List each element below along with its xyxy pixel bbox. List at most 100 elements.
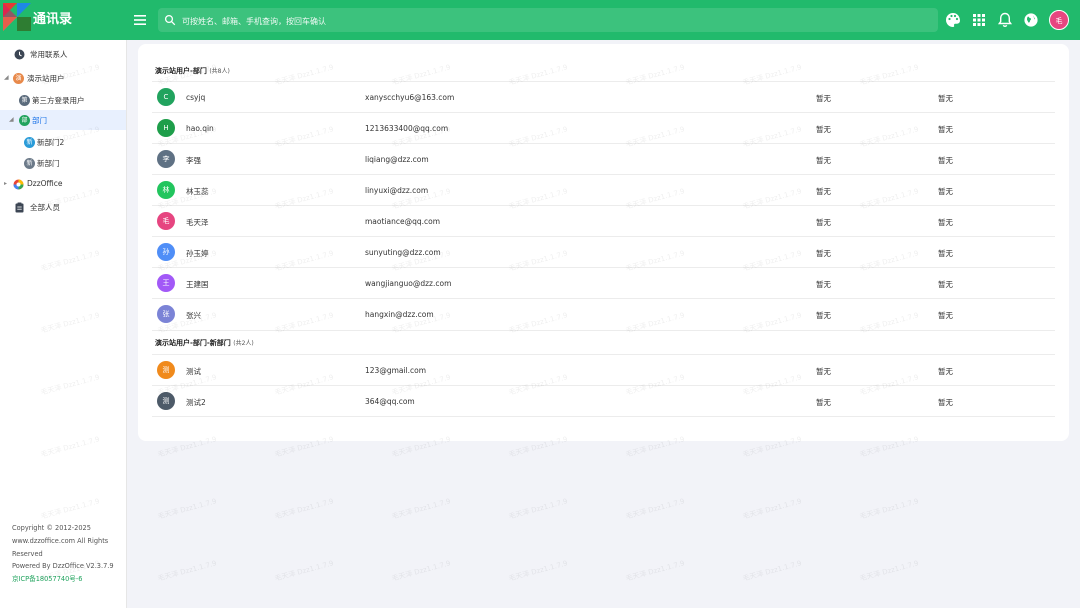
contact-name: csyjq [186,93,206,102]
sidebar-item-department[interactable]: ◢ 部 部门 [0,110,126,130]
watermark-text: 毛天泽 Dzz1.1.7.9 [858,559,920,583]
caret-right-icon[interactable]: ▸ [4,180,7,187]
watermark-text: 毛天泽 Dzz1.1.7.9 [624,497,686,521]
contact-field: 暂无 [816,156,831,165]
contact-name: 林玉蕊 [186,187,209,196]
contact-name: 王建国 [186,280,209,289]
bell-icon[interactable] [996,11,1014,29]
contact-field: 暂无 [938,94,953,103]
group-title: 演示站用户-部门-新部门 [155,339,231,347]
contact-row[interactable]: 王 王建国 wangjianguo@dzz.com 暂无 暂无 [152,267,1055,299]
search-input[interactable] [180,11,924,31]
contact-field: 暂无 [816,367,831,376]
contact-row[interactable]: 林 林玉蕊 linyuxi@dzz.com 暂无 暂无 [152,174,1055,206]
menu-toggle-icon[interactable] [130,10,150,30]
contact-field: 暂无 [938,156,953,165]
contact-field: 暂无 [938,311,953,320]
contact-email: maotiance@qq.com [365,217,441,226]
contact-name: hao.qin [186,124,214,133]
contact-field: 暂无 [816,187,831,196]
org-avatar: 新 [24,158,35,169]
powered-by-text: Powered By DzzOffice V2.3.7.9 [12,562,114,571]
contact-avatar: 测 [157,392,175,410]
contact-avatar: 孙 [157,243,175,261]
icp-link[interactable]: 京ICP备18057740号-6 [12,573,122,586]
sidebar-item-dzzoffice[interactable]: ▸ DzzOffice [0,174,126,194]
sidebar-item-new-dept[interactable]: 新 新部门 [0,153,126,173]
watermark-text: 毛天泽 Dzz1.1.7.9 [273,559,335,583]
contact-field: 暂无 [816,249,831,258]
contact-row[interactable]: H hao.qin 1213633400@qq.com 暂无 暂无 [152,112,1055,144]
contact-avatar: H [157,119,175,137]
sidebar-footer: Copyright © 2012-2025 www.dzzoffice.com … [12,522,122,586]
org-avatar: 第 [19,95,30,106]
contact-email: 1213633400@qq.com [365,124,449,133]
org-avatar: 演 [13,73,24,84]
sidebar-item-label: 演示站用户 [27,74,65,83]
contact-row[interactable]: 孙 孙玉婷 sunyuting@dzz.com 暂无 暂无 [152,236,1055,268]
contact-row[interactable]: 张 张兴 hangxin@dzz.com 暂无 暂无 [152,298,1055,330]
contact-row[interactable]: C csyjq xanyscchyu6@163.com 暂无 暂无 [152,81,1055,113]
contact-field: 暂无 [816,94,831,103]
contact-field: 暂无 [938,249,953,258]
contact-field: 暂无 [816,280,831,289]
contact-email: 123@gmail.com [365,366,427,375]
watermark-text: 毛天泽 Dzz1.1.7.9 [741,559,803,583]
sidebar-item-new-dept-2[interactable]: 新 新部门2 [0,132,126,152]
contact-avatar: 毛 [157,212,175,230]
watermark-text: 毛天泽 Dzz1.1.7.9 [858,497,920,521]
sidebar: 常用联系人 ◢ 演 演示站用户 第 第三方登录用户 ◢ 部 部门 新 新部门2 … [0,40,127,608]
contact-name: 李强 [186,156,201,165]
watermark-text: 毛天泽 Dzz1.1.7.9 [507,559,569,583]
sidebar-item-label: 全部人员 [30,203,60,212]
sidebar-item-all-members[interactable]: 全部人员 [0,197,126,217]
watermark-text: 毛天泽 Dzz1.1.7.9 [507,497,569,521]
palette-icon[interactable] [944,11,962,29]
watermark-text: 毛天泽 Dzz1.1.7.9 [273,497,335,521]
top-bar: 通讯录 毛 [0,0,1080,40]
contact-row[interactable]: 测 测试2 364@qq.com 暂无 暂无 [152,385,1055,417]
watermark-text: 毛天泽 Dzz1.1.7.9 [624,559,686,583]
caret-down-icon[interactable]: ◢ [9,116,14,123]
sidebar-item-demo-users[interactable]: ◢ 演 演示站用户 [0,68,126,88]
org-avatar: 新 [24,137,35,148]
contact-row[interactable]: 李 李强 liqiang@dzz.com 暂无 暂无 [152,143,1055,175]
globe-icon[interactable] [1022,11,1040,29]
contact-field: 暂无 [816,311,831,320]
user-avatar[interactable]: 毛 [1049,10,1069,30]
contact-field: 暂无 [938,187,953,196]
contact-name: 测试 [186,367,201,376]
sidebar-item-label: 部门 [32,116,47,125]
contact-name: 毛天泽 [186,218,209,227]
contact-name: 张兴 [186,311,201,320]
contact-row[interactable]: 测 测试 123@gmail.com 暂无 暂无 [152,354,1055,386]
contact-email: xanyscchyu6@163.com [365,93,455,102]
contact-field: 暂无 [938,367,953,376]
contact-email: hangxin@dzz.com [365,310,434,319]
clock-icon [14,49,25,60]
search-icon [164,14,176,26]
caret-down-icon[interactable]: ◢ [4,74,9,81]
sidebar-item-label: 常用联系人 [30,50,68,59]
sidebar-item-third-party-users[interactable]: 第 第三方登录用户 [0,90,126,110]
sidebar-item-label: DzzOffice [27,179,63,188]
brand[interactable]: 通讯录 [0,0,126,40]
contact-row[interactable]: 毛 毛天泽 maotiance@qq.com 暂无 暂无 [152,205,1055,237]
contact-avatar: 王 [157,274,175,292]
contact-field: 暂无 [816,218,831,227]
contact-field: 暂无 [816,398,831,407]
app-title: 通讯录 [33,12,73,27]
contact-email: liqiang@dzz.com [365,155,429,164]
sidebar-item-label: 新部门2 [37,138,65,147]
contact-field: 暂无 [938,280,953,289]
watermark-text: 毛天泽 Dzz1.1.7.9 [390,559,452,583]
group-count: (共2人) [233,340,254,347]
apps-grid-icon[interactable] [970,11,988,29]
clipboard-icon [15,202,24,213]
contact-name: 测试2 [186,398,206,407]
contact-avatar: 测 [157,361,175,379]
sidebar-item-frequent-contacts[interactable]: 常用联系人 [0,44,126,64]
sidebar-item-label: 第三方登录用户 [32,96,85,105]
contact-avatar: 张 [157,305,175,323]
contact-email: 364@qq.com [365,397,415,406]
